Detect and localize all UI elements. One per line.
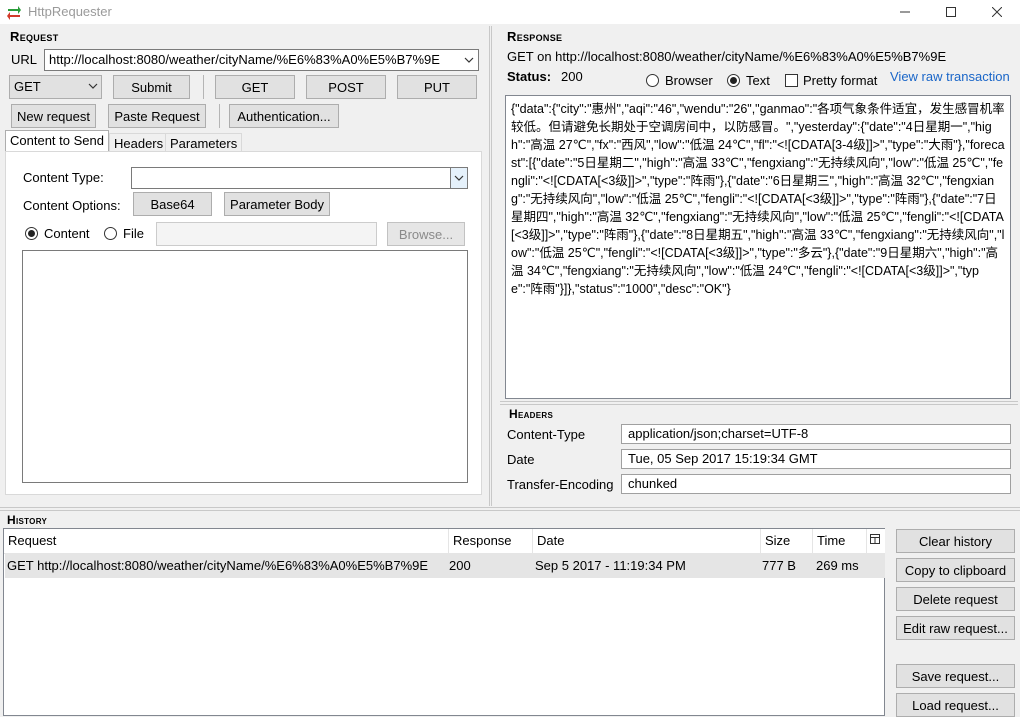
column-header-size[interactable]: Size (761, 529, 813, 553)
header-value[interactable]: Tue, 05 Sep 2017 15:19:34 GMT (621, 449, 1011, 469)
header-name: Transfer-Encoding (507, 477, 614, 492)
paste-request-button[interactable]: Paste Request (108, 104, 206, 128)
table-row[interactable]: GET http://localhost:8080/weather/cityNa… (5, 554, 885, 578)
content-radio-label: Content (44, 226, 90, 241)
status-label: Status: (507, 69, 552, 84)
file-radio-label: File (123, 226, 144, 241)
delete-request-button[interactable]: Delete request (896, 587, 1015, 611)
headers-section-title: Headers (509, 407, 554, 421)
response-body-text[interactable]: {"data":{"city":"惠州","aqi":"46","wendu":… (505, 95, 1011, 399)
vertical-splitter[interactable] (489, 26, 492, 506)
content-type-dropdown-button[interactable] (450, 168, 467, 188)
cell-size: 777 B (762, 558, 796, 573)
response-section-title: Response (507, 29, 563, 44)
pretty-format-checkbox[interactable] (785, 74, 798, 87)
request-section-title: Request (10, 29, 59, 44)
method-select[interactable]: GET (9, 75, 102, 99)
content-textarea[interactable] (22, 250, 468, 483)
put-button[interactable]: PUT (397, 75, 477, 99)
maximize-icon (946, 7, 956, 17)
minimize-button[interactable] (882, 0, 928, 24)
base64-button[interactable]: Base64 (133, 192, 212, 216)
content-options-label: Content Options: (23, 198, 121, 213)
url-input[interactable]: http://localhost:8080/weather/cityName/%… (44, 49, 479, 71)
close-button[interactable] (974, 0, 1020, 24)
parameter-body-button[interactable]: Parameter Body (224, 192, 330, 216)
column-picker-button[interactable] (867, 529, 885, 553)
close-icon (992, 7, 1002, 17)
cell-date: Sep 5 2017 - 11:19:34 PM (535, 558, 686, 573)
cell-request: GET http://localhost:8080/weather/cityNa… (7, 558, 429, 573)
chevron-down-icon[interactable] (464, 57, 474, 64)
header-value[interactable]: application/json;charset=UTF-8 (621, 424, 1011, 444)
load-request-button[interactable]: Load request... (896, 693, 1015, 717)
maximize-button[interactable] (928, 0, 974, 24)
tab-parameters[interactable]: Parameters (165, 133, 243, 153)
history-table: Request Response Date Size Time GET http… (3, 528, 885, 716)
radio-selected-dot (28, 230, 35, 237)
history-splitter[interactable] (0, 507, 1020, 511)
response-summary: GET on http://localhost:8080/weather/cit… (507, 49, 947, 64)
tab-headers[interactable]: Headers (109, 133, 169, 153)
save-request-button[interactable]: Save request... (896, 664, 1015, 688)
chevron-down-icon (454, 175, 464, 181)
history-section-title: History (7, 513, 48, 527)
chevron-down-icon (88, 83, 98, 89)
method-value: GET (14, 79, 41, 94)
cell-time: 269 ms (816, 558, 859, 573)
content-type-select[interactable] (131, 167, 468, 189)
file-path-input (156, 222, 377, 246)
new-request-button[interactable]: New request (11, 104, 96, 128)
column-picker-icon (870, 534, 880, 544)
radio-selected-dot (730, 77, 737, 84)
status-value: 200 (561, 69, 583, 84)
text-radio[interactable] (727, 74, 740, 87)
column-header-response[interactable]: Response (449, 529, 533, 553)
content-type-label: Content Type: (23, 170, 104, 185)
column-header-date[interactable]: Date (533, 529, 761, 553)
browse-button: Browse... (387, 222, 465, 246)
header-value[interactable]: chunked (621, 474, 1011, 494)
text-radio-label: Text (746, 73, 770, 88)
url-value: http://localhost:8080/weather/cityName/%… (49, 52, 440, 67)
cell-response: 200 (449, 558, 471, 573)
response-splitter[interactable] (500, 401, 1018, 405)
toolbar-divider (219, 104, 220, 128)
header-name: Date (507, 452, 535, 467)
browser-radio-label: Browser (665, 73, 713, 88)
window-title: HttpRequester (28, 4, 112, 19)
column-header-request[interactable]: Request (4, 529, 449, 553)
tab-content-to-send[interactable]: Content to Send (5, 130, 109, 152)
minimize-icon (900, 11, 910, 13)
post-button[interactable]: POST (306, 75, 386, 99)
app-icon (7, 6, 21, 20)
content-radio[interactable] (25, 227, 38, 240)
pretty-format-label: Pretty format (803, 73, 878, 88)
browser-radio[interactable] (646, 74, 659, 87)
copy-to-clipboard-button[interactable]: Copy to clipboard (896, 558, 1015, 582)
url-label: URL (11, 52, 38, 67)
get-button[interactable]: GET (215, 75, 295, 99)
header-name: Content-Type (507, 427, 586, 442)
content-type-value (132, 168, 136, 183)
title-bar: HttpRequester (0, 0, 1020, 24)
column-header-time[interactable]: Time (813, 529, 867, 553)
view-raw-transaction-link[interactable]: View raw transaction (890, 69, 1010, 84)
submit-button[interactable]: Submit (113, 75, 190, 99)
file-radio[interactable] (104, 227, 117, 240)
clear-history-button[interactable]: Clear history (896, 529, 1015, 553)
edit-raw-request-button[interactable]: Edit raw request... (896, 616, 1015, 640)
authentication-button[interactable]: Authentication... (229, 104, 339, 128)
toolbar-divider (203, 75, 204, 99)
content-to-send-panel: Content Type: Content Options: Base64 Pa… (5, 151, 482, 495)
